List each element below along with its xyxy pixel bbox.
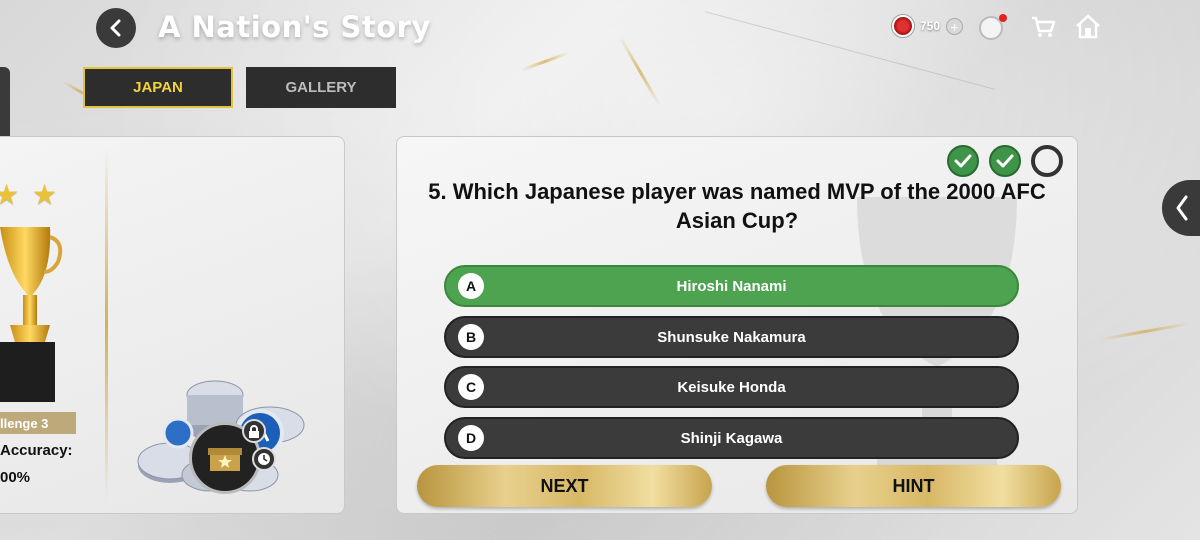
chevron-left-icon [110,19,121,37]
marble-gold-vein [520,51,570,72]
back-button[interactable] [96,8,136,48]
answer-option-b[interactable]: B Shunsuke Nakamura [444,316,1019,358]
chevron-left-icon [1176,195,1188,221]
question-progress [947,145,1063,177]
answer-option-d[interactable]: D Shinji Kagawa [444,417,1019,459]
accuracy-value: 00% [0,469,31,486]
question-text: 5. Which Japanese player was named MVP o… [428,179,1046,233]
challenge-card: ★ ★ llenge 3 Accuracy: 00% [0,136,345,514]
star-icon: ★ [0,181,19,209]
star-icon: ★ [32,179,58,210]
hint-button[interactable]: HINT [766,465,1061,507]
marble-gold-vein [1100,322,1190,341]
answer-option-c[interactable]: C Keisuke Honda [444,366,1019,408]
answer-text: Shinji Kagawa [680,429,783,447]
fc-points-icon [892,15,914,37]
football-icon[interactable] [977,14,1007,40]
challenge-label: llenge 3 [0,412,76,434]
notification-dot [999,14,1007,22]
gold-divider [105,147,108,502]
answer-text: Keisuke Honda [677,378,786,396]
answer-text: Shunsuke Nakamura [657,328,806,346]
progress-correct-icon [947,145,979,177]
gift-box-icon [208,448,242,471]
answer-letter: B [458,324,484,350]
side-drawer-toggle[interactable] [1162,180,1200,236]
accuracy-label: Accuracy: [0,442,73,459]
answer-option-a[interactable]: A Hiroshi Nanami [444,265,1019,307]
quiz-card: 5. Which Japanese player was named MVP o… [396,136,1078,514]
answer-letter: C [458,374,484,400]
progress-correct-icon [989,145,1021,177]
answer-letter: D [458,425,484,451]
coin-balance: 750 [920,19,941,33]
cart-icon[interactable] [1030,15,1056,39]
home-icon[interactable] [1074,13,1102,39]
progress-pending-icon [1031,145,1063,177]
trophy-icon [0,227,63,402]
lock-icon [242,419,266,443]
tab-gallery[interactable]: GALLERY [246,67,396,108]
answer-letter: A [458,273,484,299]
add-points-button[interactable]: + [946,18,963,35]
marble-gold-vein [618,36,662,107]
answer-text: Hiroshi Nanami [676,277,787,295]
tab-japan[interactable]: JAPAN [83,67,233,108]
next-button[interactable]: NEXT [417,465,712,507]
page-title: A Nation's Story [158,10,431,44]
clock-icon [252,447,276,471]
